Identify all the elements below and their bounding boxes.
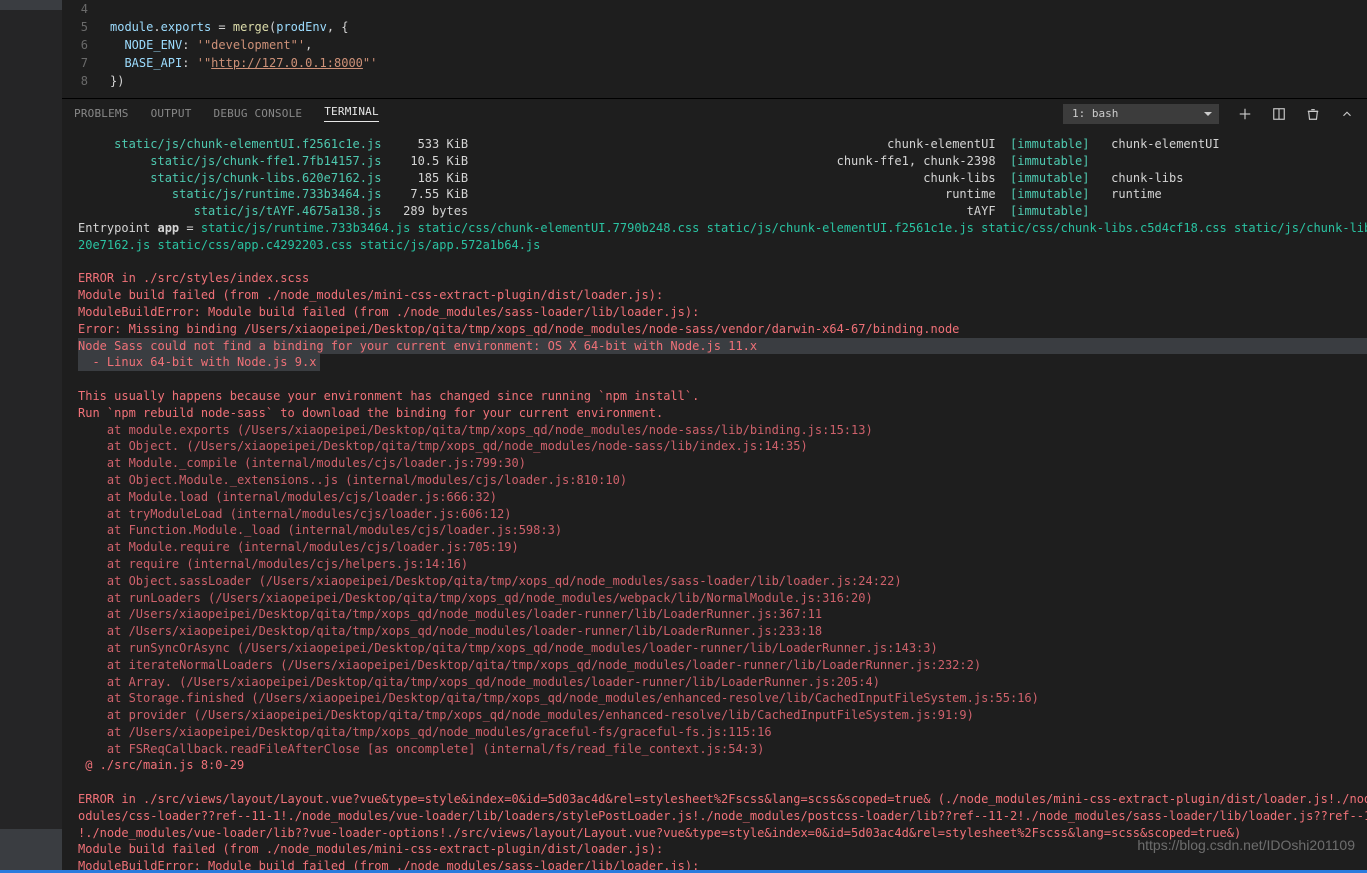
tab-problems[interactable]: PROBLEMS xyxy=(74,107,129,120)
split-terminal-icon[interactable] xyxy=(1271,106,1287,122)
terminal-shell-select[interactable]: 1: bash xyxy=(1063,104,1219,124)
tab-terminal[interactable]: TERMINAL xyxy=(324,105,379,122)
sidebar-selection xyxy=(0,0,62,10)
activity-bar xyxy=(0,0,62,873)
kill-terminal-icon[interactable] xyxy=(1305,106,1321,122)
watermark: https://blog.csdn.net/IDOshi201109 xyxy=(1137,837,1355,853)
sidebar-selection-bottom xyxy=(0,829,62,873)
tab-output[interactable]: OUTPUT xyxy=(151,107,192,120)
code-editor[interactable]: 45module.exports = merge(prodEnv, {6 NOD… xyxy=(62,0,1367,98)
new-terminal-icon[interactable] xyxy=(1237,106,1253,122)
maximize-panel-icon[interactable] xyxy=(1339,106,1355,122)
terminal-output[interactable]: static/js/chunk-elementUI.f2561c1e.js 53… xyxy=(62,128,1367,873)
tab-debug-console[interactable]: DEBUG CONSOLE xyxy=(214,107,303,120)
panel-tab-bar: PROBLEMS OUTPUT DEBUG CONSOLE TERMINAL 1… xyxy=(62,98,1367,128)
